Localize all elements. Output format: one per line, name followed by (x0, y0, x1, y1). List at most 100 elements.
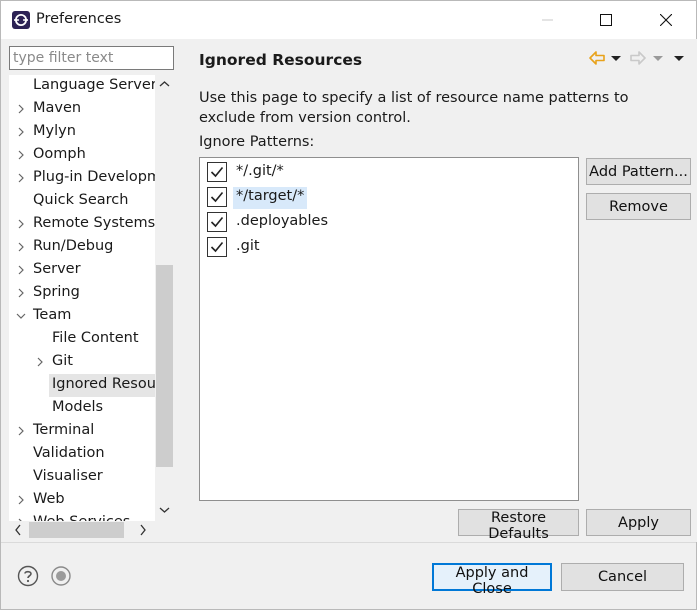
tree-item-label: Quick Search (33, 192, 129, 208)
chevron-right-icon[interactable] (15, 263, 27, 277)
tree-item[interactable]: Ignored Resources (9, 374, 155, 397)
tree-item-label: Run/Debug (33, 238, 114, 254)
scroll-up-icon[interactable] (159, 79, 170, 90)
chevron-right-icon[interactable] (15, 171, 27, 185)
checkmark-icon (210, 166, 224, 178)
chevron-right-icon[interactable] (15, 286, 27, 300)
tree-item[interactable]: Oomph (9, 144, 155, 167)
checkmark-icon (210, 191, 224, 203)
page-header: Ignored Resources (186, 39, 697, 82)
forward-history-chevron-icon[interactable] (652, 49, 664, 67)
tree-vertical-scroll-thumb[interactable] (156, 265, 173, 467)
tree-item[interactable]: Remote Systems (9, 213, 155, 236)
ignore-patterns-label: Ignore Patterns: (199, 134, 315, 150)
minimize-icon (542, 19, 553, 21)
tree-item[interactable]: Server (9, 259, 155, 282)
back-arrow-icon[interactable] (587, 49, 607, 67)
pattern-row[interactable]: */target/* (206, 186, 566, 210)
tree-item[interactable]: Mylyn (9, 121, 155, 144)
tree-item-label: Terminal (33, 422, 95, 438)
tree-horizontal-scrollbar[interactable] (9, 521, 174, 539)
chevron-right-icon[interactable] (15, 102, 27, 116)
tree-item-label: Git (52, 353, 73, 369)
scroll-left-icon[interactable] (12, 524, 24, 536)
help-icon[interactable] (17, 565, 39, 587)
tree-item[interactable]: Validation (9, 443, 155, 466)
pattern-checkbox[interactable] (207, 162, 227, 182)
chevron-right-icon[interactable] (15, 240, 27, 254)
scroll-right-icon[interactable] (137, 524, 149, 536)
tree-item[interactable]: Team (9, 305, 155, 328)
pattern-row[interactable]: .deployables (206, 211, 566, 235)
remove-button[interactable]: Remove (586, 193, 691, 220)
preferences-window: Preferences Language Servers Maven Mylyn Oo… (0, 0, 697, 610)
apply-and-close-button[interactable]: Apply and Close (432, 563, 552, 597)
tree-item-label: Mylyn (33, 123, 76, 139)
view-menu-icon[interactable] (673, 49, 685, 67)
tree-item-label: Remote Systems (33, 215, 155, 231)
close-button[interactable] (637, 1, 695, 39)
chevron-right-icon[interactable] (34, 355, 46, 369)
tree-item[interactable]: File Content (9, 328, 155, 351)
chevron-right-icon[interactable] (15, 148, 27, 162)
tree-item[interactable]: Quick Search (9, 190, 155, 213)
chevron-down-icon[interactable] (15, 309, 27, 323)
tree-item-label: Web Services (33, 514, 130, 521)
pattern-text: .deployables (236, 213, 329, 229)
tree-item[interactable]: Spring (9, 282, 155, 305)
chevron-right-icon[interactable] (15, 493, 27, 507)
back-history-chevron-icon[interactable] (610, 49, 622, 67)
tree-item[interactable]: Models (9, 397, 155, 420)
pattern-row[interactable]: */.git/* (206, 161, 566, 185)
pattern-checkbox[interactable] (207, 187, 227, 207)
chevron-right-icon[interactable] (15, 217, 27, 231)
apply-button[interactable]: Apply (586, 509, 691, 536)
tree-item-label: Visualiser (33, 468, 103, 484)
record-macro-icon[interactable] (50, 565, 72, 587)
tree-item[interactable]: Maven (9, 98, 155, 121)
ignore-pattern-list[interactable]: */.git/* */target/* .deployables .git (199, 157, 579, 501)
tree-item[interactable]: Web (9, 489, 155, 512)
pattern-text: .git (236, 238, 260, 254)
tree-vertical-scrollbar[interactable] (155, 75, 174, 521)
tree-item-label: Validation (33, 445, 105, 461)
tree-item[interactable]: Language Servers (9, 75, 155, 98)
minimize-button[interactable] (519, 1, 577, 39)
tree-item[interactable]: Run/Debug (9, 236, 155, 259)
checkmark-icon (210, 241, 224, 253)
maximize-button[interactable] (577, 1, 635, 39)
pattern-checkbox[interactable] (207, 237, 227, 257)
tree-item[interactable]: Git (9, 351, 155, 374)
add-pattern-button[interactable]: Add Pattern... (586, 158, 691, 185)
page-description: Use this page to specify a list of resou… (199, 90, 629, 126)
pattern-text: */target/* (233, 187, 308, 209)
tree-item-label: Oomph (33, 146, 86, 162)
chevron-right-icon[interactable] (15, 424, 27, 438)
tree-item[interactable]: Terminal (9, 420, 155, 443)
scroll-down-icon[interactable] (159, 505, 170, 516)
tree-item-label: Team (33, 307, 72, 323)
tree-item-label: Spring (33, 284, 80, 300)
dialog-button-bar: Apply and Close Cancel (1, 543, 696, 609)
preference-tree[interactable]: Language Servers Maven Mylyn Oomph Plug-in D… (9, 75, 174, 521)
title-bar[interactable]: Preferences (1, 1, 696, 39)
pattern-text: */.git/* (236, 163, 284, 179)
page-title: Ignored Resources (199, 51, 363, 69)
restore-defaults-button[interactable]: Restore Defaults (458, 509, 579, 542)
page-content: Use this page to specify a list of resou… (186, 82, 697, 542)
tree-item[interactable]: Web Services (9, 512, 155, 521)
close-icon (660, 14, 672, 26)
tree-item-label: File Content (52, 330, 139, 346)
pattern-row[interactable]: .git (206, 236, 566, 260)
cancel-button[interactable]: Cancel (561, 563, 684, 591)
tree-item-label: Server (33, 261, 81, 277)
window-title: Preferences (36, 11, 122, 27)
pattern-checkbox[interactable] (207, 212, 227, 232)
filter-input[interactable] (9, 46, 174, 70)
forward-arrow-icon[interactable] (628, 49, 648, 67)
tree-item[interactable]: Plug-in Development (9, 167, 155, 190)
chevron-right-icon[interactable] (15, 125, 27, 139)
tree-item-label: Plug-in Development (33, 169, 155, 185)
tree-horizontal-scroll-thumb[interactable] (29, 522, 124, 538)
tree-item[interactable]: Visualiser (9, 466, 155, 489)
